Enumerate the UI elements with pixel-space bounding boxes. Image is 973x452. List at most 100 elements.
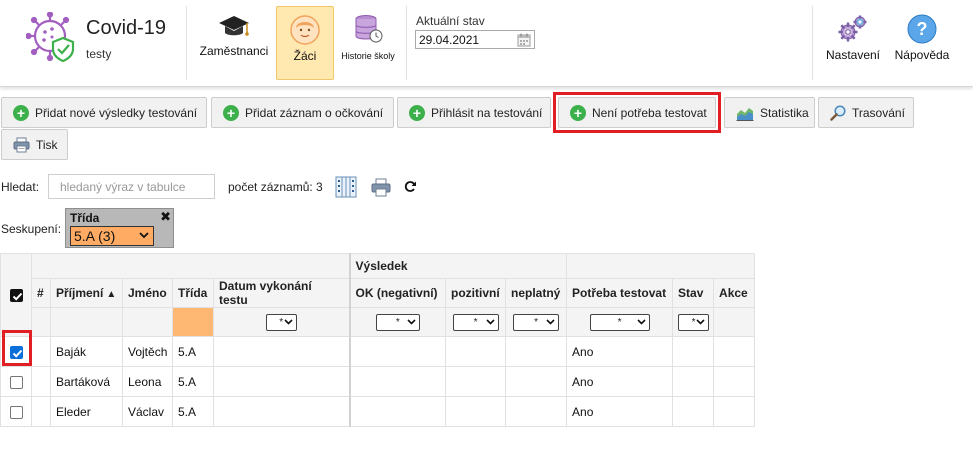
nav-pupils[interactable]: Žáci [276, 6, 334, 80]
header-spacer [30, 253, 351, 279]
nav-employees[interactable]: Zaměstnanci [196, 6, 272, 80]
cell-invalid [505, 336, 568, 367]
refresh-icon[interactable] [404, 180, 417, 193]
search-input[interactable] [48, 174, 215, 199]
student-avatar-icon [290, 15, 320, 45]
col-state[interactable]: Stav [672, 278, 715, 308]
grouping-value: 5.A (3) [74, 228, 116, 244]
add-results-button[interactable]: + Přidat nové výsledky testování [1, 97, 207, 128]
filter-value: * [617, 316, 622, 328]
result-group-header: Výsledek [348, 253, 568, 279]
col-name[interactable]: Jméno [122, 278, 173, 308]
cell-surname: Baják [50, 336, 123, 367]
row-select-cell [0, 366, 32, 397]
row-number [31, 336, 51, 367]
col-class[interactable]: Třída [172, 278, 214, 308]
add-vaccination-label: Přidat záznam o očkování [245, 105, 384, 120]
record-count: počet záznamů: 3 [228, 180, 323, 194]
chevron-down-icon [636, 318, 646, 325]
cell-testing-need: Ano [566, 396, 674, 427]
filter-cell: * [505, 307, 568, 337]
nav-settings-label: Nastavení [825, 48, 881, 62]
column-chooser-icon[interactable] [335, 176, 357, 198]
nav-school-history[interactable]: Historie školy [338, 6, 398, 80]
cell-invalid [505, 366, 568, 397]
cell-invalid [505, 396, 568, 427]
row-checkbox[interactable] [9, 375, 23, 389]
divider [406, 6, 407, 80]
ok-filter-select[interactable]: * [375, 313, 420, 331]
cell-surname: Eleder [50, 396, 123, 427]
col-action: Akce [713, 278, 756, 308]
cell-name: Václav [122, 396, 173, 427]
cell-name: Vojtěch [122, 336, 173, 367]
filter-empty [31, 307, 51, 337]
highlight-box [553, 92, 721, 133]
state-filter-select[interactable]: * [678, 313, 710, 331]
virus-shield-logo-icon [26, 12, 75, 62]
grouping-select[interactable]: 5.A (3) [70, 226, 154, 246]
col-surname[interactable]: Příjmení ▲ [50, 278, 123, 308]
statistics-button[interactable]: Statistika [724, 97, 815, 128]
table-row[interactable]: Bartáková Leona 5.A Ano [0, 366, 756, 397]
cell-state [672, 396, 715, 427]
cell-testing-need: Ano [566, 366, 674, 397]
cell-testing-need: Ano [566, 336, 674, 367]
register-testing-button[interactable]: + Přihlásit na testování [397, 97, 551, 128]
cell-positive [445, 366, 507, 397]
col-surname-label: Příjmení [56, 286, 104, 300]
col-testing-need[interactable]: Potřeba testovat [566, 278, 674, 308]
statistics-label: Statistika [760, 105, 809, 120]
table-row[interactable]: Eleder Václav 5.A Ano [0, 396, 756, 427]
invalid-filter-select[interactable]: * [513, 313, 560, 331]
divider [186, 6, 187, 80]
chevron-down-icon [696, 318, 705, 325]
print-button[interactable]: Tisk [1, 129, 68, 160]
close-icon[interactable]: ✖ [160, 209, 171, 225]
magnifier-icon [830, 104, 846, 121]
pupils-table: Výsledek # Příjmení ▲ Jméno Třída Datum v… [0, 253, 756, 427]
chevron-down-icon [485, 318, 495, 325]
col-invalid[interactable]: neplatný [505, 278, 568, 308]
current-state-label: Aktuální stav [416, 14, 485, 28]
date-field[interactable]: 29.04.2021 [415, 30, 535, 49]
print-table-icon[interactable] [371, 178, 391, 197]
select-all-checkbox[interactable] [9, 289, 23, 303]
app-subtitle: testy [86, 47, 112, 61]
cell-test-date [212, 336, 351, 367]
svg-text:?: ? [917, 19, 928, 39]
add-results-label: Přidat nové výsledky testování [35, 105, 198, 120]
tracing-button[interactable]: Trasování [818, 97, 914, 128]
app-header: Covid-19 testy Zaměstnanci Žáci Historie… [0, 0, 973, 87]
help-question-icon: ? [907, 14, 937, 44]
filter-cell: * [566, 307, 674, 337]
tracing-label: Trasování [852, 105, 905, 120]
col-test-date[interactable]: Datum vykonání testu [212, 278, 351, 308]
sort-asc-icon: ▲ [106, 289, 117, 300]
table-row[interactable]: Baják Vojtěch 5.A Ano [0, 336, 756, 367]
nav-employees-label: Zaměstnanci [199, 44, 269, 58]
col-positive[interactable]: pozitivní [445, 278, 507, 308]
cell-test-date [212, 396, 351, 427]
date-filter-select[interactable]: * [265, 313, 297, 331]
area-chart-icon [736, 107, 754, 121]
row-number [31, 396, 51, 427]
plus-icon: + [409, 104, 425, 121]
filter-cell: * [212, 307, 351, 337]
grouping-label: Seskupení: [1, 222, 62, 236]
positive-filter-select[interactable]: * [452, 313, 499, 331]
select-all-cell [0, 253, 32, 337]
col-ok[interactable]: OK (negativní) [348, 278, 447, 308]
row-checkbox[interactable] [9, 405, 23, 419]
calendar-icon[interactable] [517, 33, 531, 47]
plus-icon: + [13, 104, 29, 121]
nav-help[interactable]: ? Nápověda [890, 6, 954, 80]
chevron-down-icon [546, 318, 555, 325]
nav-pupils-label: Žáci [293, 49, 317, 63]
add-vaccination-button[interactable]: + Přidat záznam o očkování [211, 97, 394, 128]
printer-icon [13, 137, 30, 152]
header-spacer [566, 253, 756, 279]
need-filter-select[interactable]: * [589, 313, 650, 331]
row-number [31, 366, 51, 397]
nav-settings[interactable]: Nastavení [822, 6, 884, 80]
